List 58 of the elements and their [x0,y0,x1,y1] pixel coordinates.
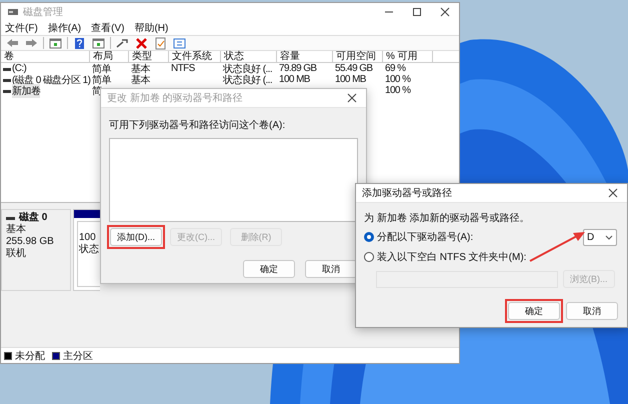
legend-label: 未分配 [15,350,45,362]
column-header[interactable]: 卷 [1,51,90,62]
dialog-button[interactable]: 确定 [243,260,295,278]
delete-icon [134,36,149,50]
table-cell: 55.49 GB [335,63,372,74]
table-cell-text: 基本 [131,62,150,74]
column-header[interactable]: 可用空间 [333,51,383,62]
table-cell-text: 基本 [131,73,150,86]
table-cell: 100 % [385,74,410,85]
menu-item[interactable]: 操作(A) [48,21,82,35]
column-header[interactable]: 状态 [221,51,277,62]
table-cell[interactable]: 新加卷 [12,84,40,98]
back-icon [5,36,20,50]
disk-size: 255.98 GB [6,236,55,248]
close-icon [608,188,618,198]
legend-label: 主分区 [63,350,93,362]
table-cell: 69 % [385,63,406,74]
chevron-down-icon [605,234,613,240]
window-title: 添加驱动器号或路径 [362,186,452,200]
column-header[interactable]: % 可用 [383,51,433,62]
window-title: 更改 新加卷 的驱动器号和路径 [107,92,243,105]
description-text: 为 新加卷 添加新的驱动器号或路径。 [364,212,531,225]
drive-letter-dropdown[interactable]: D [583,228,617,246]
close-icon [347,93,357,103]
radio-option[interactable]: 分配以下驱动器号(A): [364,230,474,244]
table-cell: NTFS [171,63,195,74]
dialog-button[interactable]: 添加(D)... [110,228,162,246]
table-cell[interactable]: (C:) [12,63,26,74]
column-header[interactable]: 布局 [90,51,129,62]
dialog-button[interactable]: 确定 [508,302,560,320]
partition-label: 状态 [79,244,100,256]
table-cell: 100 MB [279,74,310,85]
menu-item[interactable]: 文件(F) [5,21,38,35]
radio-option[interactable]: 装入以下空白 NTFS 文件夹中(M): [364,250,526,264]
list-label: 可用下列驱动器号和路径访问这个卷(A): [109,118,286,132]
close-icon [440,7,450,17]
forward-icon [24,36,39,50]
dialog-button[interactable]: 取消 [305,260,357,278]
table-cell: 79.89 GB [279,63,316,74]
table-cell: 100 MB [335,74,366,85]
table-cell-text: 简单 [92,62,111,74]
disk-name: 磁盘 0 [19,212,48,224]
disk-status: 联机 [6,248,27,260]
annotation-arrow [527,229,587,263]
column-header[interactable]: 容量 [277,51,333,62]
column-header[interactable]: 类型 [129,51,169,62]
window-title: 磁盘管理 [23,6,63,19]
menu-item[interactable]: 帮助(H) [134,21,168,35]
table-cell-text: 简单 [92,73,111,86]
menu-item[interactable]: 查看(V) [91,21,124,35]
disk-type: 基本 [6,224,27,236]
maximize-icon [412,7,422,17]
table-cell: 100 % [385,85,410,96]
dialog-button[interactable]: 取消 [566,302,618,320]
table-cell-text: 状态良好 (... [223,74,272,86]
column-header[interactable]: 文件系统 [169,51,221,62]
table-cell-text: 状态良好 (... [223,62,272,74]
partition-label: 100 [79,232,97,244]
